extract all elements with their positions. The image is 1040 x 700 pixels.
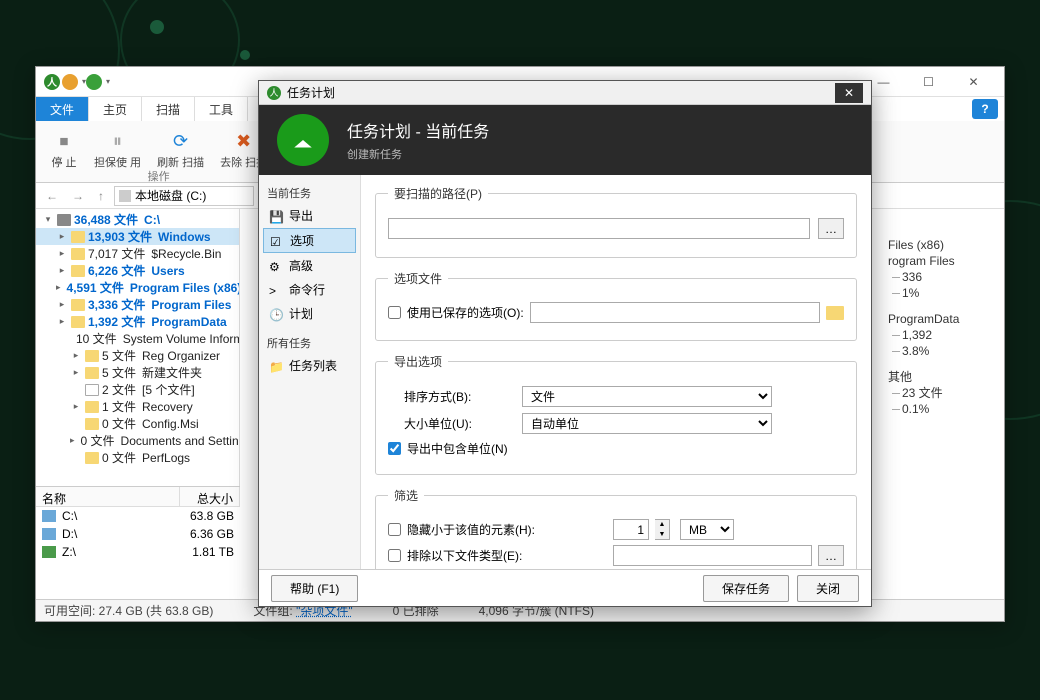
hide-smaller-checkbox[interactable] (388, 523, 401, 536)
drive-row[interactable]: C:\63.8 GB (36, 507, 240, 525)
status-space: 可用空间: 27.4 GB (共 63.8 GB) (44, 602, 213, 619)
exclude-types-checkbox[interactable] (388, 549, 401, 562)
sort-select[interactable]: 文件 (522, 386, 772, 407)
browse-options-button[interactable] (826, 306, 844, 320)
dialog-close-button[interactable]: ✕ (835, 83, 863, 103)
sidebar-item[interactable]: 💾导出 (263, 204, 356, 227)
titlebar-icon-2[interactable] (62, 74, 78, 90)
tool-guarantee[interactable]: ⏸担保使 用 (86, 125, 149, 172)
tree-row[interactable]: ▸1 文件Recovery (36, 398, 239, 415)
nav-fwd[interactable]: → (68, 189, 88, 203)
sidebar-item[interactable]: 🕒计划 (263, 302, 356, 325)
treemap-legend: Files (x86)rogram Files3361%ProgramData1… (888, 237, 998, 417)
tree-row[interactable]: ▸4,591 文件Program Files (x86) (36, 279, 239, 296)
drive-list: 名称 总大小 C:\63.8 GBD:\6.36 GBZ:\1.81 TB (36, 486, 240, 586)
tree-row[interactable]: ▸5 文件新建文件夹 (36, 364, 239, 381)
tab-scan[interactable]: 扫描 (142, 97, 195, 121)
nav-back[interactable]: ← (42, 189, 62, 203)
col-name[interactable]: 名称 (36, 487, 180, 506)
include-unit-checkbox[interactable] (388, 442, 401, 455)
help-button[interactable]: ? (972, 99, 998, 119)
use-saved-options-checkbox[interactable] (388, 306, 401, 319)
exclude-browse-button[interactable]: … (818, 545, 844, 566)
hide-unit-select[interactable]: MB (680, 519, 734, 540)
tree-row[interactable]: 10 文件System Volume Information (36, 330, 239, 347)
tree-row[interactable]: 2 文件[5 个文件] (36, 381, 239, 398)
dialog-title: 任务计划 (287, 84, 335, 101)
fieldset-scan-path: 要扫描的路径(P) … (375, 185, 857, 258)
close-dialog-button[interactable]: 关闭 (797, 575, 859, 602)
dialog-footer: 帮助 (F1) 保存任务 关闭 (259, 569, 871, 607)
fieldset-filter: 筛选 隐藏小于该值的元素(H): ▲▼ MB 排除以下文件类型(E): … 只包 (375, 487, 857, 569)
dialog-header-title: 任务计划 - 当前任务 (347, 118, 489, 142)
col-size[interactable]: 总大小 (180, 487, 240, 506)
close-button[interactable]: ✕ (951, 68, 996, 96)
fieldset-export: 导出选项 排序方式(B): 文件 大小单位(U): 自动单位 导出中包含单位(N… (375, 353, 857, 475)
dialog-main: 要扫描的路径(P) … 选项文件 使用已保存的选项(O): 导出选项 排序 (361, 175, 871, 569)
drive-row[interactable]: Z:\1.81 TB (36, 543, 240, 561)
toolbar-group-label: 操作 (148, 168, 170, 184)
sidebar-item[interactable]: ☑选项 (263, 228, 356, 253)
tree-row[interactable]: ▸3,336 文件Program Files (36, 296, 239, 313)
tool-refresh[interactable]: ⟳刷新 扫描 (149, 125, 212, 172)
drive-row[interactable]: D:\6.36 GB (36, 525, 240, 543)
sidebar-item[interactable]: ⚙高级 (263, 254, 356, 277)
fieldset-option-file: 选项文件 使用已保存的选项(O): (375, 270, 857, 341)
tree-row[interactable]: ▸0 文件Documents and Settings (36, 432, 239, 449)
tab-file[interactable]: 文件 (36, 97, 89, 121)
hide-value-input[interactable] (613, 519, 649, 540)
tab-home[interactable]: 主页 (89, 97, 142, 121)
help-button[interactable]: 帮助 (F1) (271, 575, 358, 602)
folder-tree[interactable]: ▾36,488 文件C:\▸13,903 文件Windows▸7,017 文件$… (36, 209, 240, 529)
sidebar-item[interactable]: 📁任务列表 (263, 354, 356, 377)
tree-row[interactable]: 0 文件PerfLogs (36, 449, 239, 466)
browse-path-button[interactable]: … (818, 218, 844, 239)
maximize-button[interactable]: ☐ (906, 68, 951, 96)
tree-row[interactable]: ▾36,488 文件C:\ (36, 211, 239, 228)
exclude-types-input[interactable] (613, 545, 812, 566)
unit-select[interactable]: 自动单位 (522, 413, 772, 434)
address-bar[interactable]: 本地磁盘 (C:) (114, 186, 254, 206)
spin-up[interactable]: ▲ (655, 520, 669, 530)
tree-row[interactable]: ▸5 文件Reg Organizer (36, 347, 239, 364)
tree-row[interactable]: ▸6,226 文件Users (36, 262, 239, 279)
tree-row[interactable]: ▸1,392 文件ProgramData (36, 313, 239, 330)
saved-options-input (530, 302, 820, 323)
scan-path-input[interactable] (388, 218, 810, 239)
sidebar-item[interactable]: >命令行 (263, 278, 356, 301)
dialog-icon: 人 (267, 86, 281, 100)
dialog-sidebar: 当前任务 💾导出☑选项⚙高级>命令行🕒计划 所有任务 📁任务列表 (259, 175, 361, 569)
dialog-titlebar: 人 任务计划 ✕ (259, 81, 871, 105)
nav-up[interactable]: ↑ (94, 189, 108, 203)
app-logo (277, 114, 329, 166)
tab-tools[interactable]: 工具 (195, 97, 248, 121)
tool-stop[interactable]: ⏹停 止 (42, 125, 86, 172)
titlebar-icon-3[interactable] (86, 74, 102, 90)
app-icon: 人 (44, 74, 60, 90)
drive-icon (119, 190, 131, 202)
tree-row[interactable]: ▸13,903 文件Windows (36, 228, 239, 245)
create-new-task-link[interactable]: 创建新任务 (347, 149, 402, 161)
save-task-button[interactable]: 保存任务 (703, 575, 789, 602)
tree-row[interactable]: 0 文件Config.Msi (36, 415, 239, 432)
spin-down[interactable]: ▼ (655, 530, 669, 540)
tree-row[interactable]: ▸7,017 文件$Recycle.Bin (36, 245, 239, 262)
task-dialog: 人 任务计划 ✕ 任务计划 - 当前任务 创建新任务 当前任务 💾导出☑选项⚙高… (258, 80, 872, 607)
dialog-header: 任务计划 - 当前任务 创建新任务 (259, 105, 871, 175)
